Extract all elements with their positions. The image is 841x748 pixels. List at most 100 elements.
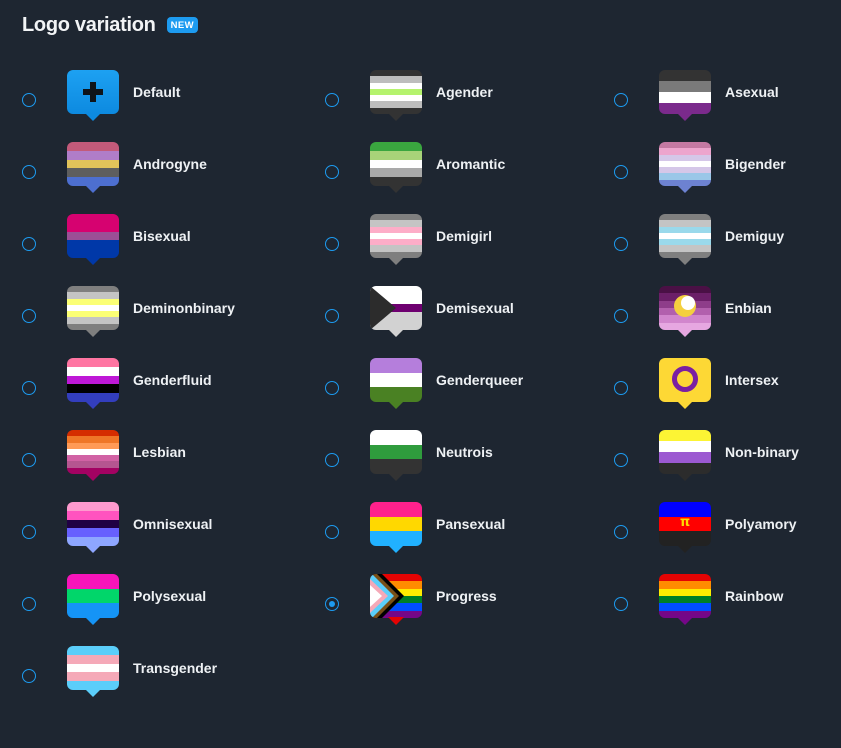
radio-asexual[interactable] (614, 93, 628, 107)
radio-transgender[interactable] (22, 669, 36, 683)
bisexual-flag-icon (67, 214, 119, 258)
deminonbinary-icon-tail (85, 329, 101, 337)
enbian-icon-tail (677, 329, 693, 337)
option-label-polysexual: Polysexual (133, 588, 207, 604)
androgyne-flag-icon (67, 142, 119, 186)
radio-enbian[interactable] (614, 309, 628, 323)
radio-genderqueer[interactable] (325, 381, 339, 395)
radio-lesbian[interactable] (22, 453, 36, 467)
deminonbinary-flag-icon (67, 286, 119, 330)
radio-polysexual[interactable] (22, 597, 36, 611)
logo-option-bisexual[interactable]: Bisexual (22, 214, 242, 274)
genderqueer-icon-tail (388, 401, 404, 409)
asexual-flag-icon (659, 70, 711, 114)
logo-option-rainbow[interactable]: Rainbow (614, 574, 834, 634)
option-label-demiguy: Demiguy (725, 228, 785, 244)
radio-bisexual[interactable] (22, 237, 36, 251)
option-label-agender: Agender (436, 84, 493, 100)
lesbian-flag-icon (67, 430, 119, 474)
demigirl-flag-icon (370, 214, 422, 258)
bigender-icon-tail (677, 185, 693, 193)
default-icon-tail (85, 113, 101, 121)
logo-option-deminonbinary[interactable]: Deminonbinary (22, 286, 242, 346)
logo-option-enbian[interactable]: Enbian (614, 286, 834, 346)
polysexual-icon-tail (85, 617, 101, 625)
logo-option-agender[interactable]: Agender (325, 70, 545, 130)
radio-genderfluid[interactable] (22, 381, 36, 395)
intersex-icon-tail (677, 401, 693, 409)
transgender-flag-icon (67, 646, 119, 690)
option-label-pansexual: Pansexual (436, 516, 506, 532)
option-label-asexual: Asexual (725, 84, 779, 100)
rainbow-flag-icon (659, 574, 711, 618)
agender-flag-icon (370, 70, 422, 114)
aromantic-flag-icon (370, 142, 422, 186)
logo-option-demisexual[interactable]: Demisexual (325, 286, 545, 346)
option-label-rainbow: Rainbow (725, 588, 784, 604)
transgender-icon-tail (85, 689, 101, 697)
option-label-enbian: Enbian (725, 300, 772, 316)
logo-option-neutrois[interactable]: Neutrois (325, 430, 545, 490)
neutrois-icon-tail (388, 473, 404, 481)
logo-option-omnisexual[interactable]: Omnisexual (22, 502, 242, 562)
logo-option-pansexual[interactable]: Pansexual (325, 502, 545, 562)
radio-demiguy[interactable] (614, 237, 628, 251)
polyamory-pi-glyph: π (679, 515, 691, 530)
logo-option-aromantic[interactable]: Aromantic (325, 142, 545, 202)
genderfluid-flag-icon (67, 358, 119, 402)
logo-option-default[interactable]: Default (22, 70, 242, 130)
option-label-bigender: Bigender (725, 156, 786, 172)
option-label-deminonbinary: Deminonbinary (133, 300, 235, 316)
non-binary-flag-icon (659, 430, 711, 474)
radio-omnisexual[interactable] (22, 525, 36, 539)
option-label-non-binary: Non-binary (725, 444, 799, 460)
logo-option-polyamory[interactable]: π Polyamory (614, 502, 834, 562)
radio-polyamory[interactable] (614, 525, 628, 539)
radio-demisexual[interactable] (325, 309, 339, 323)
logo-option-demiguy[interactable]: Demiguy (614, 214, 834, 274)
logo-option-bigender[interactable]: Bigender (614, 142, 834, 202)
logo-option-non-binary[interactable]: Non-binary (614, 430, 834, 490)
option-label-genderqueer: Genderqueer (436, 372, 524, 388)
radio-agender[interactable] (325, 93, 339, 107)
demigirl-icon-tail (388, 257, 404, 265)
radio-androgyne[interactable] (22, 165, 36, 179)
logo-option-genderfluid[interactable]: Genderfluid (22, 358, 242, 418)
radio-non-binary[interactable] (614, 453, 628, 467)
radio-rainbow[interactable] (614, 597, 628, 611)
radio-pansexual[interactable] (325, 525, 339, 539)
option-label-progress: Progress (436, 588, 497, 604)
option-label-neutrois: Neutrois (436, 444, 493, 460)
radio-demigirl[interactable] (325, 237, 339, 251)
progress-flag-icon (370, 574, 422, 618)
radio-intersex[interactable] (614, 381, 628, 395)
demisexual-flag-icon (370, 286, 422, 330)
logo-option-polysexual[interactable]: Polysexual (22, 574, 242, 634)
option-label-demigirl: Demigirl (436, 228, 493, 244)
option-label-omnisexual: Omnisexual (133, 516, 213, 532)
logo-option-demigirl[interactable]: Demigirl (325, 214, 545, 274)
radio-neutrois[interactable] (325, 453, 339, 467)
logo-option-intersex[interactable]: Intersex (614, 358, 834, 418)
option-label-genderfluid: Genderfluid (133, 372, 212, 388)
logo-options-grid: Default Agender Asexual Androgyne Aromantic B… (0, 0, 841, 748)
omnisexual-flag-icon (67, 502, 119, 546)
progress-icon-tail (388, 617, 404, 625)
logo-option-progress[interactable]: Progress (325, 574, 545, 634)
logo-option-asexual[interactable]: Asexual (614, 70, 834, 130)
radio-default[interactable] (22, 93, 36, 107)
logo-option-transgender[interactable]: Transgender (22, 646, 242, 706)
logo-option-lesbian[interactable]: Lesbian (22, 430, 242, 490)
rainbow-icon-tail (677, 617, 693, 625)
option-label-bisexual: Bisexual (133, 228, 191, 244)
logo-option-androgyne[interactable]: Androgyne (22, 142, 242, 202)
radio-aromantic[interactable] (325, 165, 339, 179)
radio-bigender[interactable] (614, 165, 628, 179)
radio-progress[interactable] (325, 597, 339, 611)
option-label-polyamory: Polyamory (725, 516, 797, 532)
radio-deminonbinary[interactable] (22, 309, 36, 323)
option-label-intersex: Intersex (725, 372, 779, 388)
omnisexual-icon-tail (85, 545, 101, 553)
logo-option-genderqueer[interactable]: Genderqueer (325, 358, 545, 418)
pansexual-flag-icon (370, 502, 422, 546)
